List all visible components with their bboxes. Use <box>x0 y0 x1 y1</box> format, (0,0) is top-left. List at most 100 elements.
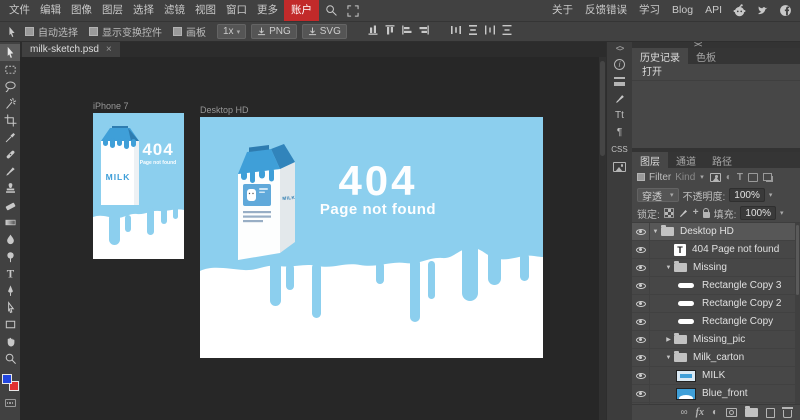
expand-icon[interactable]: ▼ <box>663 355 674 361</box>
visibility-toggle[interactable] <box>632 313 650 330</box>
account-button[interactable]: 账户 <box>284 0 319 21</box>
zoom-tool[interactable] <box>0 350 20 367</box>
menu-item-layer[interactable]: 图层 <box>98 0 127 21</box>
blend-mode-select[interactable]: 穿透▾ <box>637 188 679 202</box>
export-png-button[interactable]: PNG <box>251 24 297 39</box>
marquee-tool[interactable] <box>0 61 20 78</box>
move-tool[interactable] <box>0 44 20 61</box>
layer-row-missing-pic[interactable]: ▶ Missing_pic <box>632 331 800 349</box>
facebook-icon[interactable] <box>778 4 793 17</box>
layer-row-milk[interactable]: MILK <box>632 367 800 385</box>
artboard-iphone[interactable]: MILK 404 Page not found <box>93 113 184 259</box>
link-layers-icon[interactable]: ∞ <box>680 407 687 418</box>
crop-tool[interactable] <box>0 112 20 129</box>
filter-text-icon[interactable]: T <box>737 172 743 183</box>
collapse-panels-icon[interactable]: >< <box>694 40 701 49</box>
canvas-area[interactable]: iPhone 7 <box>20 57 606 420</box>
tab-channels[interactable]: 通道 <box>668 152 704 168</box>
color-swatches[interactable] <box>2 374 19 391</box>
info-panel-icon[interactable]: i <box>614 57 625 72</box>
reddit-icon[interactable] <box>732 4 747 17</box>
opacity-value[interactable]: 100% <box>729 188 765 202</box>
hand-tool[interactable] <box>0 333 20 350</box>
menu-item-learn[interactable]: 学习 <box>635 0 664 21</box>
layer-effects-icon[interactable]: fx <box>696 407 704 418</box>
menu-item-report-bug[interactable]: 反馈错误 <box>581 0 631 21</box>
tab-layers[interactable]: 图层 <box>632 152 668 168</box>
auto-select-checkbox[interactable] <box>25 27 34 36</box>
expand-icon[interactable]: ▼ <box>650 229 661 235</box>
lock-transparency-icon[interactable] <box>664 208 674 218</box>
lasso-tool[interactable] <box>0 78 20 95</box>
layer-row-404-text[interactable]: T 404 Page not found <box>632 241 800 259</box>
tab-history[interactable]: 历史记录 <box>632 48 688 64</box>
close-tab-icon[interactable]: × <box>106 44 112 55</box>
opacity-dropdown-icon[interactable]: ▾ <box>769 191 773 199</box>
distribute-spacing-v-icon[interactable] <box>501 24 513 39</box>
image-panel-icon[interactable] <box>613 159 626 174</box>
artboard-desktop[interactable]: MILK 404 Page not found <box>200 117 543 358</box>
adjustment-layer-icon[interactable]: ◐ <box>712 407 718 418</box>
menu-item-about[interactable]: 关于 <box>548 0 577 21</box>
menu-item-view[interactable]: 视图 <box>191 0 220 21</box>
visibility-toggle[interactable] <box>632 385 650 402</box>
align-right-icon[interactable] <box>418 24 430 39</box>
distribute-spacing-h-icon[interactable] <box>484 24 496 39</box>
new-layer-icon[interactable] <box>766 408 775 418</box>
fill-dropdown-icon[interactable]: ▾ <box>780 209 784 217</box>
menu-item-filter[interactable]: 滤镜 <box>160 0 189 21</box>
menu-item-image[interactable]: 图像 <box>67 0 96 21</box>
visibility-toggle[interactable] <box>632 223 650 240</box>
tab-swatches[interactable]: 色板 <box>688 48 724 64</box>
character-panel-icon[interactable]: Tt <box>615 108 624 123</box>
search-icon[interactable] <box>322 3 340 19</box>
visibility-toggle[interactable] <box>632 295 650 312</box>
clone-stamp-tool[interactable] <box>0 180 20 197</box>
paragraph-panel-icon[interactable]: ¶ <box>617 125 622 140</box>
distribute-horizontal-icon[interactable] <box>450 24 462 39</box>
kind-select[interactable]: Kind▾ <box>675 172 704 183</box>
layers-scrollbar[interactable] <box>795 223 800 404</box>
tab-paths[interactable]: 路径 <box>704 152 740 168</box>
css-panel-icon[interactable]: CSS <box>611 142 627 157</box>
visibility-toggle[interactable] <box>632 241 650 258</box>
lock-all-icon[interactable] <box>703 212 710 218</box>
expand-icon[interactable]: ▶ <box>663 336 674 343</box>
align-top-icon[interactable] <box>384 24 396 39</box>
filter-smart-object-icon[interactable] <box>763 173 772 181</box>
dodge-tool[interactable] <box>0 248 20 265</box>
gradient-tool[interactable] <box>0 214 20 231</box>
filter-adjustment-icon[interactable]: ◐ <box>726 172 732 183</box>
filter-shape-icon[interactable] <box>748 173 758 182</box>
properties-panel-icon[interactable] <box>614 74 625 89</box>
pen-tool[interactable] <box>0 282 20 299</box>
artboard-label-iphone[interactable]: iPhone 7 <box>93 101 129 111</box>
visibility-toggle[interactable] <box>632 349 650 366</box>
show-transform-checkbox[interactable] <box>89 27 98 36</box>
artboard-label-desktop[interactable]: Desktop HD <box>200 105 249 115</box>
fullscreen-icon[interactable] <box>344 3 362 19</box>
menu-item-more[interactable]: 更多 <box>253 0 282 21</box>
lock-position-icon[interactable]: + <box>693 208 699 218</box>
layer-mask-icon[interactable] <box>726 408 737 417</box>
layer-row-milk-carton[interactable]: ▼ Milk_carton <box>632 349 800 367</box>
type-tool[interactable]: T <box>0 265 20 282</box>
canvas-vertical-scrollbar[interactable] <box>599 57 606 420</box>
align-left-icon[interactable] <box>401 24 413 39</box>
visibility-toggle[interactable] <box>632 331 650 348</box>
brush-panel-icon[interactable] <box>614 91 626 106</box>
layer-row-rectangle-copy-2[interactable]: Rectangle Copy 2 <box>632 295 800 313</box>
fill-value[interactable]: 100% <box>740 206 776 220</box>
distribute-vertical-icon[interactable] <box>467 24 479 39</box>
menu-item-select[interactable]: 选择 <box>129 0 158 21</box>
brush-tool[interactable] <box>0 163 20 180</box>
filter-checkbox[interactable] <box>637 173 645 181</box>
new-group-icon[interactable] <box>745 408 758 417</box>
layer-row-blue-front[interactable]: Blue_front <box>632 385 800 403</box>
lock-paint-icon[interactable] <box>678 208 689 219</box>
menu-item-file[interactable]: 文件 <box>5 0 34 21</box>
menu-item-api[interactable]: API <box>701 0 726 21</box>
artboard-checkbox[interactable] <box>173 27 182 36</box>
toolbar-grid-icon[interactable] <box>5 399 16 407</box>
eyedropper-tool[interactable] <box>0 129 20 146</box>
